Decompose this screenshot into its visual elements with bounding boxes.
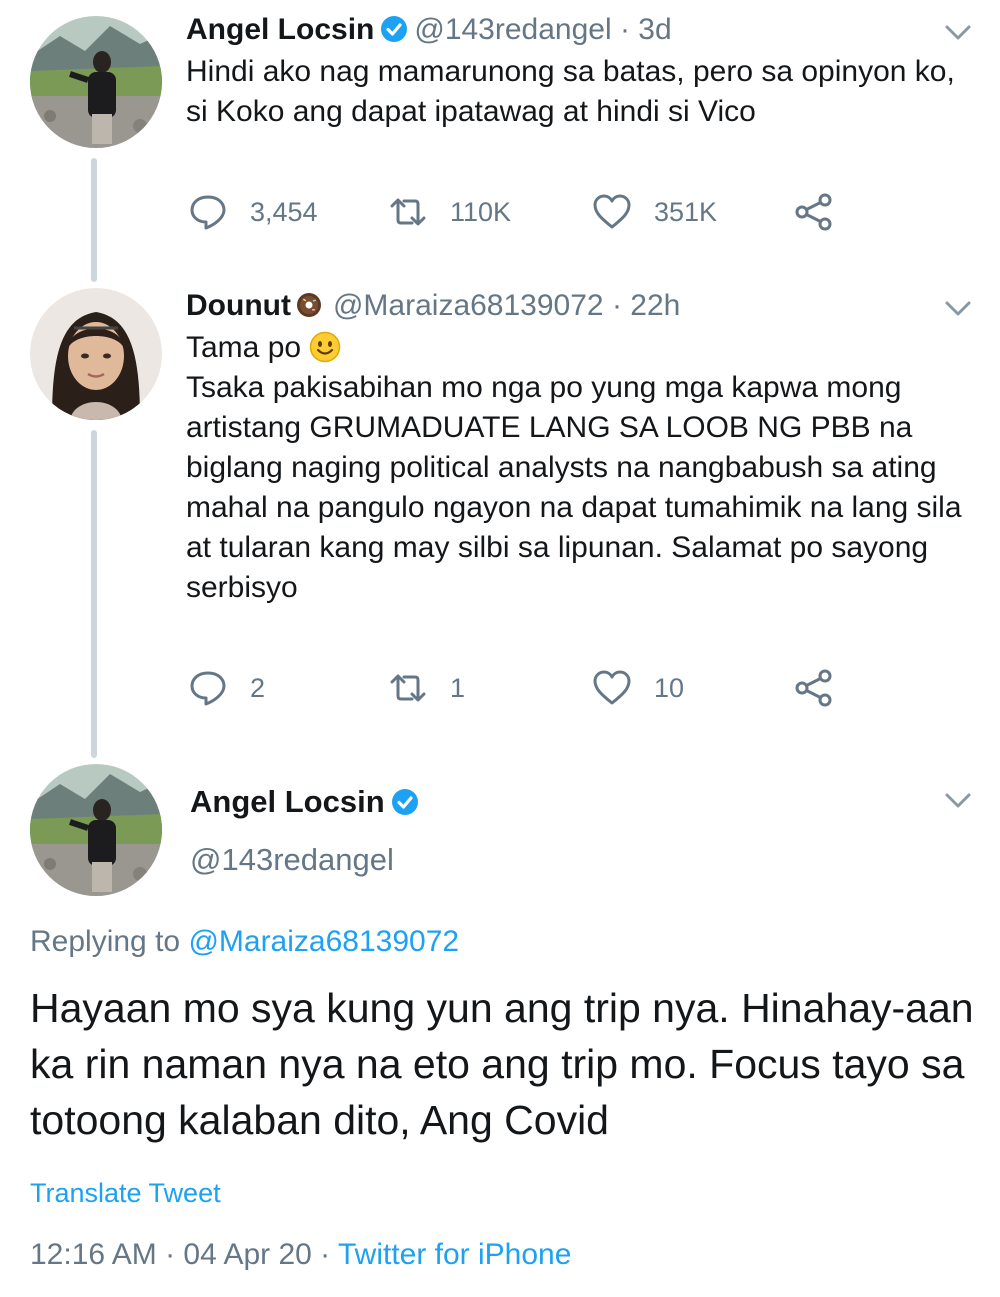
avatar-dounut[interactable]: [30, 288, 162, 420]
share-button[interactable]: [794, 666, 834, 710]
like-count: 10: [654, 672, 685, 703]
retweet-icon: [390, 198, 426, 226]
replying-mention-link[interactable]: @Maraiza68139072: [188, 925, 459, 958]
avatar-angel-locsin[interactable]: [30, 16, 162, 148]
display-name[interactable]: Angel Locsin: [190, 784, 425, 820]
display-name-text[interactable]: Angel Locsin: [190, 784, 385, 819]
user-handle[interactable]: @Maraiza68139072: [333, 289, 604, 322]
share-icon: [795, 669, 832, 707]
tweet-time: · 22h: [611, 289, 681, 322]
display-name[interactable]: Angel Locsin: [186, 13, 374, 46]
tweet-text: Hindi ako nag mamarunong sa batas, pero …: [186, 52, 976, 132]
tweet-text-greeting: Tama po: [186, 331, 302, 364]
like-count: 351K: [654, 196, 718, 227]
translate-tweet-link[interactable]: Translate Tweet: [30, 1178, 221, 1209]
donut-badge-icon: [295, 291, 323, 319]
share-icon: [795, 193, 832, 231]
share-button[interactable]: [794, 190, 834, 234]
reply-button[interactable]: 3,454: [188, 190, 318, 234]
avatar-angel-locsin[interactable]: [30, 764, 162, 896]
verified-badge-icon: [391, 788, 419, 816]
tweet-timestamp: 12:16 AM · 04 Apr 20 ·: [30, 1238, 331, 1271]
reply-count: 2: [250, 672, 266, 703]
tweet-time: · 3d: [619, 13, 672, 46]
tweet-actions: 3,454 110K 351K: [186, 190, 886, 234]
tweet-actions: 2 1 10: [186, 666, 886, 710]
chevron-down-icon[interactable]: [944, 792, 972, 810]
like-icon: [593, 194, 631, 229]
tweet-text-line1: Tama po: [186, 328, 976, 368]
user-handle[interactable]: @143redangel: [190, 842, 394, 878]
user-handle[interactable]: @143redangel: [414, 13, 611, 46]
chevron-down-icon[interactable]: [944, 24, 972, 42]
smiley-emoji-icon: [309, 331, 341, 363]
thread-line-2: [91, 430, 97, 758]
replying-to: Replying to @Maraiza68139072: [30, 925, 459, 959]
reply-icon: [190, 671, 226, 706]
thread-line-1: [91, 158, 97, 282]
verified-badge-icon: [380, 15, 408, 43]
retweet-button[interactable]: 1: [388, 666, 465, 710]
like-button[interactable]: 10: [592, 666, 684, 710]
retweet-icon: [390, 674, 426, 702]
retweet-count: 1: [450, 672, 466, 703]
tweet-header: Dounut @Maraiza68139072 · 22h: [186, 288, 680, 324]
reply-icon: [190, 195, 226, 230]
display-name[interactable]: Dounut: [186, 289, 291, 322]
tweet-text: Tama po Tsaka pakisabihan mo nga po yung…: [186, 328, 976, 608]
chevron-down-icon[interactable]: [944, 300, 972, 318]
tweet-text: Hayaan mo sya kung yun ang trip nya. Hin…: [30, 985, 974, 1143]
like-button[interactable]: 351K: [592, 190, 717, 234]
reply-button[interactable]: 2: [188, 666, 265, 710]
tweet-header: Angel Locsin @143redangel · 3d: [186, 12, 672, 48]
tweet-text-content: Hindi ako nag mamarunong sa batas, pero …: [186, 55, 955, 128]
tweet-source-link[interactable]: Twitter for iPhone: [338, 1238, 571, 1271]
reply-count: 3,454: [250, 196, 318, 227]
tweet-text-body: Tsaka pakisabihan mo nga po yung mga kap…: [186, 371, 962, 604]
retweet-count: 110K: [450, 196, 512, 227]
retweet-button[interactable]: 110K: [388, 190, 511, 234]
replying-label: Replying to: [30, 925, 181, 958]
tweet-meta: 12:16 AM · 04 Apr 20 · Twitter for iPhon…: [30, 1238, 571, 1272]
like-icon: [593, 670, 631, 705]
